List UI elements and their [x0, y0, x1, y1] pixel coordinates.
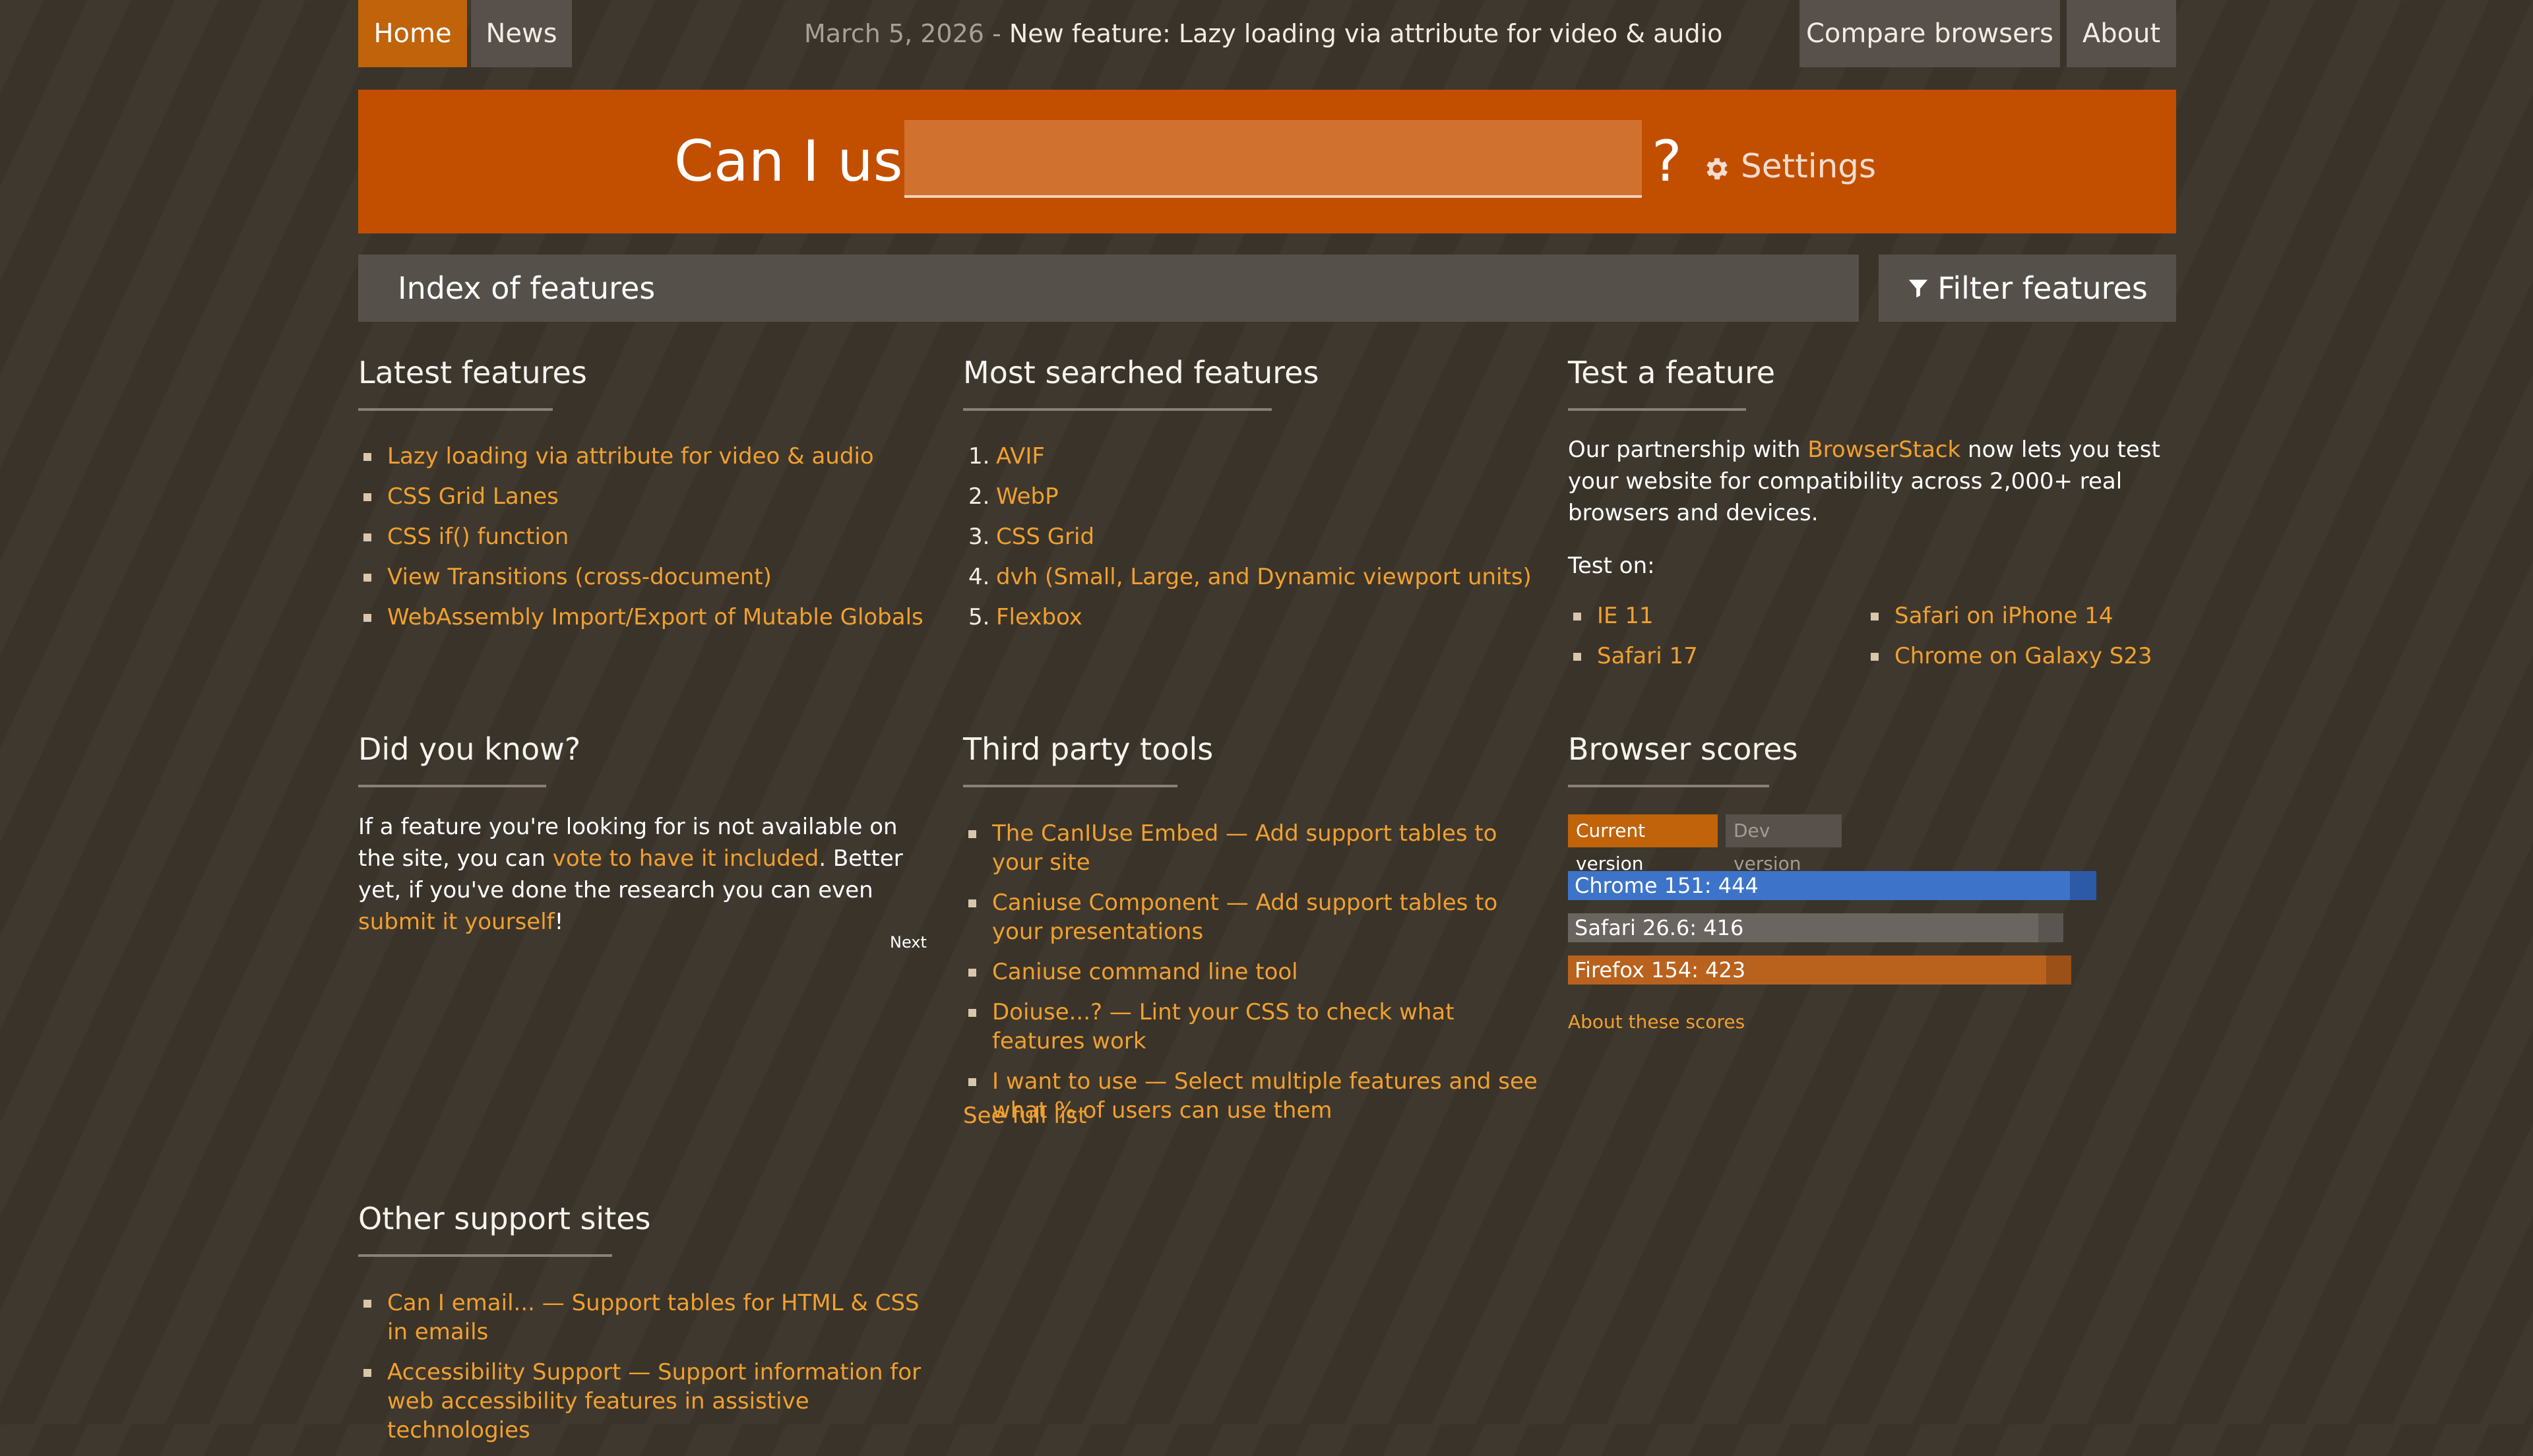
heading-underline [963, 408, 1272, 411]
news-headline[interactable]: New feature: Lazy loading via attribute … [1009, 19, 1723, 48]
list-item[interactable]: IE 11 [1568, 601, 1845, 630]
third-party-heading: Third party tools [963, 729, 1213, 787]
settings-button[interactable]: Settings [1703, 142, 1876, 190]
news-date: March 5, 2026 [804, 19, 984, 48]
top-nav: Home News March 5, 2026 - New feature: L… [0, 0, 2533, 67]
settings-label: Settings [1741, 147, 1877, 185]
list-item[interactable]: 3. CSS Grid [963, 522, 1557, 551]
nav-compare-browsers[interactable]: Compare browsers [1799, 0, 2060, 67]
index-title: Index of features [398, 270, 656, 306]
search-banner: Can I use ? Settings [358, 90, 2176, 233]
tab-dev-version[interactable]: Dev version [1726, 814, 1842, 874]
list-item[interactable]: Safari on iPhone 14 [1865, 601, 2175, 630]
browser-scores-title: Browser scores [1568, 731, 1798, 767]
nav-about[interactable]: About [2067, 0, 2176, 67]
list-item-label[interactable]: CSS Grid [996, 524, 1094, 550]
other-sites-title: Other support sites [358, 1201, 651, 1236]
list-number: 5. [968, 604, 990, 630]
list-item[interactable]: Can I email... — Support tables for HTML… [358, 1289, 939, 1347]
most-searched-title: Most searched features [963, 355, 1319, 390]
list-item[interactable]: Caniuse Component — Add support tables t… [963, 888, 1544, 946]
other-sites-heading: Other support sites [358, 1199, 651, 1257]
search-label: Can I use [674, 129, 938, 195]
other-sites-list: Can I email... — Support tables for HTML… [358, 1289, 939, 1456]
filter-icon [1909, 279, 1928, 297]
list-item[interactable]: Doiuse...? — Lint your CSS to check what… [963, 998, 1544, 1056]
filter-label: Filter features [1937, 270, 2148, 306]
submit-link[interactable]: submit it yourself [358, 909, 555, 935]
list-item[interactable]: Chrome on Galaxy S23 [1865, 642, 2175, 671]
latest-features-heading: Latest features [358, 353, 587, 411]
score-bar-label: Safari 26.6: 416 [1575, 915, 1744, 940]
text: Our partnership with [1568, 437, 1808, 463]
score-bar: Chrome 151: 444 [1568, 871, 2096, 900]
did-you-know-title: Did you know? [358, 731, 581, 767]
list-number: 1. [968, 443, 990, 470]
test-feature-heading: Test a feature [1568, 353, 1775, 411]
test-feature-title: Test a feature [1568, 355, 1776, 390]
heading-underline [358, 785, 546, 787]
score-bar-label: Chrome 151: 444 [1575, 873, 1759, 898]
did-you-know-text: If a feature you're looking for is not a… [358, 811, 939, 938]
index-of-features-bar[interactable]: Index of features [358, 255, 1859, 322]
third-party-list: The CanIUse Embed — Add support tables t… [963, 819, 1544, 1136]
did-you-know-heading: Did you know? [358, 729, 580, 787]
list-item[interactable]: CSS if() function [358, 522, 939, 551]
score-bar-label: Firefox 154: 423 [1575, 957, 1746, 983]
news-separator: - [992, 19, 1001, 48]
most-searched-list: 1. AVIF 2. WebP 3. CSS Grid 4. dvh (Small, L… [963, 442, 1557, 643]
next-button[interactable]: Next [890, 933, 927, 952]
most-searched-heading: Most searched features [963, 353, 1319, 411]
third-party-title: Third party tools [963, 731, 1214, 767]
list-item[interactable]: The CanIUse Embed — Add support tables t… [963, 819, 1544, 877]
list-item[interactable]: View Transitions (cross-document) [358, 562, 939, 592]
test-on-label: Test on: [1568, 553, 1655, 579]
heading-underline [1568, 785, 1769, 787]
heading-underline [358, 1254, 612, 1257]
nav-home[interactable]: Home [358, 0, 467, 67]
list-item-label[interactable]: AVIF [996, 443, 1045, 470]
list-item[interactable]: Safari 17 [1568, 642, 1845, 671]
list-item-label[interactable]: WebP [996, 483, 1059, 510]
nav-news[interactable]: News [471, 0, 572, 67]
list-item[interactable]: 1. AVIF [963, 442, 1557, 471]
search-input[interactable] [904, 120, 1642, 198]
list-item-label[interactable]: Flexbox [996, 604, 1082, 630]
latest-features-title: Latest features [358, 355, 587, 390]
browserstack-link[interactable]: BrowserStack [1807, 437, 1960, 463]
list-item[interactable]: CSS Grid Lanes [358, 482, 939, 511]
question-mark: ? [1652, 129, 1682, 195]
news-ticker[interactable]: March 5, 2026 - New feature: Lazy loadin… [804, 0, 1722, 67]
test-on-list-right: Safari on iPhone 14 Chrome on Galaxy S23 [1865, 601, 2175, 682]
see-full-list-link[interactable]: See full list [963, 1101, 1086, 1130]
heading-underline [358, 408, 553, 411]
latest-features-list: Lazy loading via attribute for video & a… [358, 442, 939, 643]
heading-underline [1568, 408, 1746, 411]
list-item[interactable]: Accessibility Support — Support informat… [358, 1358, 939, 1445]
list-item[interactable]: 4. dvh (Small, Large, and Dynamic viewpor… [963, 562, 1557, 592]
list-number: 4. [968, 564, 990, 590]
about-scores-link[interactable]: About these scores [1568, 1009, 1745, 1035]
list-item[interactable]: 2. WebP [963, 482, 1557, 511]
list-item-label[interactable]: dvh (Small, Large, and Dynamic viewport … [996, 564, 1532, 590]
list-item[interactable]: WebAssembly Import/Export of Mutable Glo… [358, 603, 939, 632]
browser-scores-heading: Browser scores [1568, 729, 1798, 787]
vote-link[interactable]: vote to have it included [553, 845, 819, 872]
test-on-list-left: IE 11 Safari 17 [1568, 601, 1845, 682]
tab-current-version[interactable]: Current version [1568, 814, 1718, 874]
text: ! [554, 909, 564, 935]
heading-underline [963, 785, 1177, 787]
list-number: 3. [968, 524, 990, 550]
score-bar: Firefox 154: 423 [1568, 956, 2071, 985]
list-item[interactable]: Lazy loading via attribute for video & a… [358, 442, 939, 471]
score-bar: Safari 26.6: 416 [1568, 913, 2063, 942]
gear-icon [1706, 158, 1728, 179]
list-number: 2. [968, 483, 990, 510]
test-feature-description: Our partnership with BrowserStack now le… [1568, 434, 2175, 529]
list-item[interactable]: 5. Flexbox [963, 603, 1557, 632]
list-item[interactable]: Caniuse command line tool [963, 957, 1544, 986]
filter-features-button[interactable]: Filter features [1879, 255, 2176, 322]
